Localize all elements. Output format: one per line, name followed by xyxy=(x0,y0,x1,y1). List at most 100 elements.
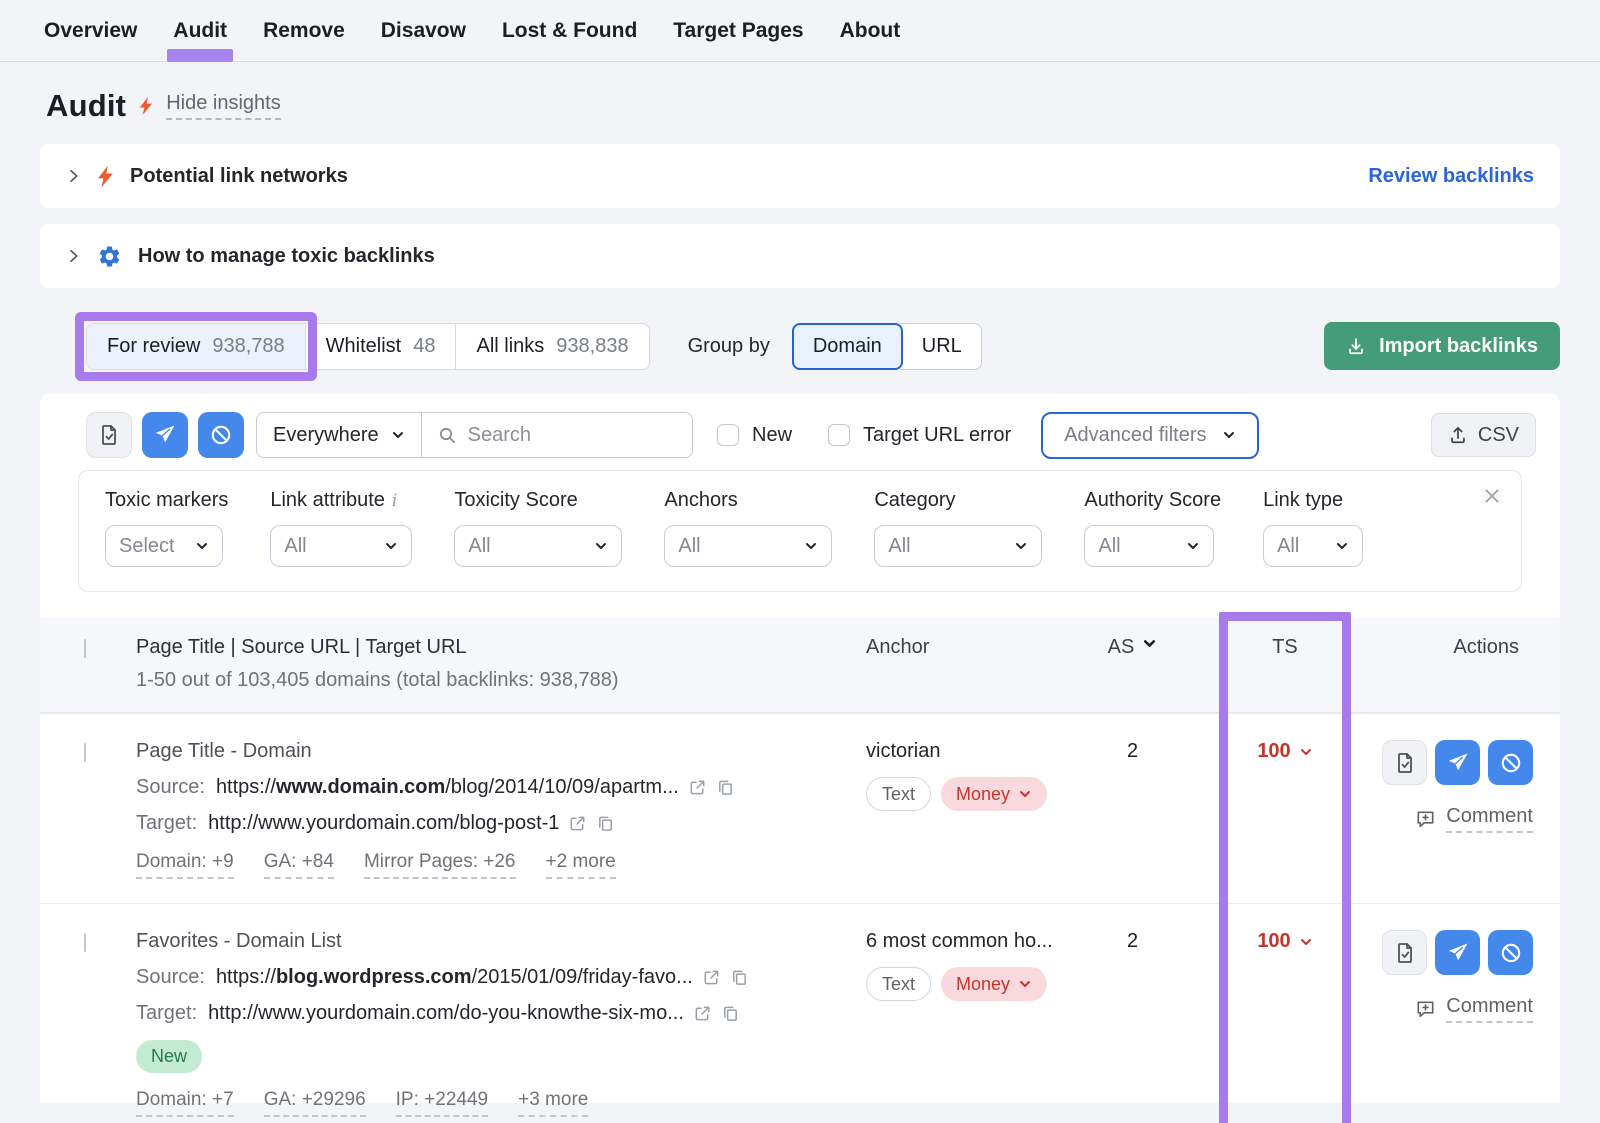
copy-icon[interactable] xyxy=(596,814,615,833)
sort-descending-icon xyxy=(1142,636,1157,651)
tab-whitelist[interactable]: Whitelist 48 xyxy=(305,324,456,369)
chevron-down-icon xyxy=(384,539,398,553)
toxicity-score-value[interactable]: 100 xyxy=(1257,740,1312,763)
list-tabs: For review 938,788 Whitelist 48 All link… xyxy=(86,323,650,370)
move-to-disavow-button[interactable] xyxy=(198,412,244,458)
target-url: http://www.yourdomain.com/do-you-knowthe… xyxy=(208,1002,684,1025)
external-link-icon[interactable] xyxy=(693,1004,712,1023)
row-disavow-button[interactable] xyxy=(1488,930,1533,975)
filter-category: Category All xyxy=(874,489,1042,567)
search-scope-dropdown[interactable]: Everywhere xyxy=(257,413,422,457)
move-to-whitelist-button[interactable] xyxy=(86,412,132,458)
new-checkbox[interactable] xyxy=(717,424,739,446)
row-remove-button[interactable] xyxy=(1435,740,1480,785)
top-navigation: Overview Audit Remove Disavow Lost & Fou… xyxy=(0,0,1600,62)
toxic-marker[interactable]: Domain: +9 xyxy=(136,851,234,879)
toxicity-score-select[interactable]: All xyxy=(454,525,622,567)
category-select[interactable]: All xyxy=(874,525,1042,567)
anchor-type-text-badge: Text xyxy=(866,967,931,1001)
nav-disavow[interactable]: Disavow xyxy=(381,19,466,43)
row-checkbox[interactable] xyxy=(84,743,86,762)
nav-about[interactable]: About xyxy=(840,19,901,43)
chevron-down-icon xyxy=(391,428,405,442)
external-link-icon[interactable] xyxy=(688,778,707,797)
copy-icon[interactable] xyxy=(716,778,735,797)
anchor-text: 6 most common ho... xyxy=(866,930,1080,953)
search-input[interactable] xyxy=(468,424,677,447)
chevron-down-icon xyxy=(1299,745,1313,759)
tab-count: 48 xyxy=(413,335,435,358)
results-range-summary: 1-50 out of 103,405 domains (total backl… xyxy=(136,669,840,692)
group-by-domain-option[interactable]: Domain xyxy=(792,323,903,370)
comment-link[interactable]: Comment xyxy=(1414,805,1533,833)
nav-lost-and-found[interactable]: Lost & Found xyxy=(502,19,637,43)
anchors-select[interactable]: All xyxy=(664,525,832,567)
toxic-marker-more[interactable]: +2 more xyxy=(546,851,616,879)
toxicity-score-value[interactable]: 100 xyxy=(1257,930,1312,953)
source-url-line: Source: https://blog.wordpress.com/2015/… xyxy=(136,966,840,989)
column-header-as[interactable]: AS xyxy=(1080,636,1185,692)
hide-insights-link[interactable]: Hide insights xyxy=(166,92,281,120)
authority-score-select[interactable]: All xyxy=(1084,525,1214,567)
group-by-url-option[interactable]: URL xyxy=(900,323,982,370)
nav-target-pages[interactable]: Target Pages xyxy=(673,19,803,43)
external-link-icon[interactable] xyxy=(702,968,721,987)
search-scope-value: Everywhere xyxy=(273,424,379,447)
import-backlinks-button[interactable]: Import backlinks xyxy=(1324,322,1560,370)
comment-link[interactable]: Comment xyxy=(1414,995,1533,1023)
nav-remove[interactable]: Remove xyxy=(263,19,345,43)
advanced-filters-button[interactable]: Advanced filters xyxy=(1041,412,1258,459)
target-url-error-checkbox[interactable] xyxy=(828,424,850,446)
backlink-row: Page Title - Domain Source: https://www.… xyxy=(40,713,1560,903)
copy-icon[interactable] xyxy=(730,968,749,987)
tab-for-review[interactable]: For review 938,788 xyxy=(87,324,305,369)
filter-toxicity-score: Toxicity Score All xyxy=(454,489,622,567)
export-csv-button[interactable]: CSV xyxy=(1431,413,1536,457)
backlink-row: Favorites - Domain List Source: https://… xyxy=(40,903,1560,1123)
toxic-backlinks-help-banner: How to manage toxic backlinks xyxy=(40,224,1560,288)
anchor-money-badge[interactable]: Money xyxy=(941,967,1047,1001)
toxic-marker-more[interactable]: +3 more xyxy=(518,1089,588,1117)
row-whitelist-button[interactable] xyxy=(1382,740,1427,785)
chevron-down-icon xyxy=(1222,428,1236,442)
close-filters-icon[interactable] xyxy=(1483,487,1501,505)
row-checkbox[interactable] xyxy=(84,933,86,952)
paper-plane-icon xyxy=(153,423,177,447)
toxic-marker[interactable]: Domain: +7 xyxy=(136,1089,234,1117)
anchor-money-badge[interactable]: Money xyxy=(941,777,1047,811)
link-type-select[interactable]: All xyxy=(1263,525,1363,567)
potential-link-networks-banner: Potential link networks Review backlinks xyxy=(40,144,1560,208)
move-to-remove-button[interactable] xyxy=(142,412,188,458)
row-remove-button[interactable] xyxy=(1435,930,1480,975)
nav-audit[interactable]: Audit xyxy=(173,19,227,43)
group-by-toggle: Domain URL xyxy=(792,323,982,370)
banner-title: How to manage toxic backlinks xyxy=(138,245,435,268)
filter-authority-score: Authority Score All xyxy=(1084,489,1221,567)
tab-count: 938,788 xyxy=(212,335,284,358)
review-backlinks-link[interactable]: Review backlinks xyxy=(1368,165,1534,188)
chevron-right-icon[interactable] xyxy=(66,248,81,264)
chevron-right-icon[interactable] xyxy=(66,168,81,184)
toxic-markers-list: Domain: +9 GA: +84 Mirror Pages: +26 +2 … xyxy=(136,851,840,879)
row-disavow-button[interactable] xyxy=(1488,740,1533,785)
toxic-marker[interactable]: IP: +22449 xyxy=(396,1089,488,1117)
source-url-line: Source: https://www.domain.com/blog/2014… xyxy=(136,776,840,799)
link-attribute-select[interactable]: All xyxy=(270,525,412,567)
lightning-icon xyxy=(139,96,153,116)
toxic-markers-list: Domain: +7 GA: +29296 IP: +22449 +3 more xyxy=(136,1089,840,1117)
toxic-marker[interactable]: GA: +29296 xyxy=(264,1089,366,1117)
group-by-label: Group by xyxy=(688,335,770,358)
document-check-icon xyxy=(97,423,121,447)
toxic-markers-select[interactable]: Select xyxy=(105,525,223,567)
row-whitelist-button[interactable] xyxy=(1382,930,1427,975)
toxic-marker[interactable]: Mirror Pages: +26 xyxy=(364,851,516,879)
target-url-line: Target: http://www.yourdomain.com/do-you… xyxy=(136,1002,840,1025)
tab-all-links[interactable]: All links 938,838 xyxy=(455,324,648,369)
target-url-error-label: Target URL error xyxy=(863,424,1011,447)
upload-icon xyxy=(1448,425,1468,445)
toxic-marker[interactable]: GA: +84 xyxy=(264,851,334,879)
select-all-checkbox[interactable] xyxy=(84,639,86,658)
copy-icon[interactable] xyxy=(721,1004,740,1023)
external-link-icon[interactable] xyxy=(568,814,587,833)
nav-overview[interactable]: Overview xyxy=(44,19,137,43)
